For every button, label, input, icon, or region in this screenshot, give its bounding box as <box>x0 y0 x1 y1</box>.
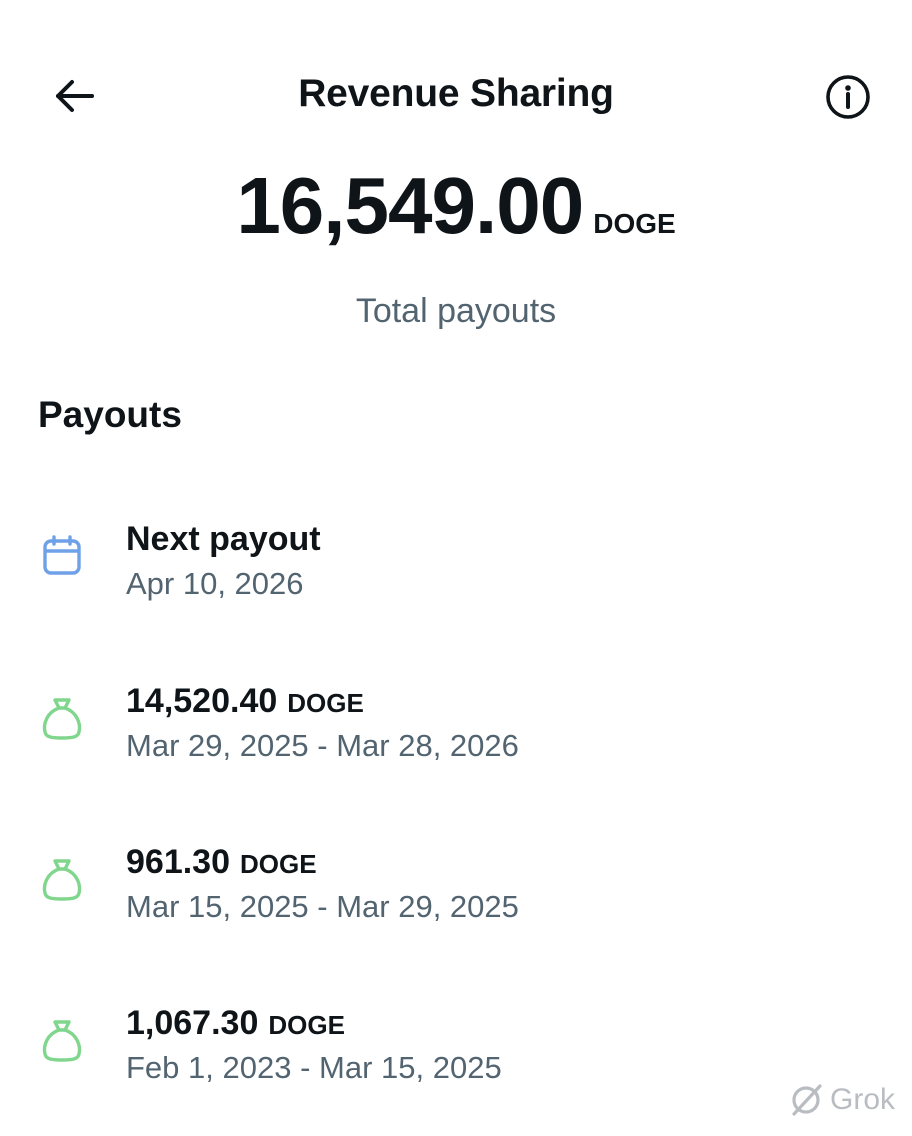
grok-watermark: Grok <box>788 1082 895 1118</box>
page-title: Revenue Sharing <box>298 72 614 115</box>
next-payout-row: Next payout Apr 10, 2026 <box>0 520 912 620</box>
payout-list-item[interactable]: 961.30 DOGE Mar 15, 2025 - Mar 29, 2025 <box>0 843 912 943</box>
payout-currency: DOGE <box>287 688 364 718</box>
calendar-icon <box>36 530 88 582</box>
total-amount-value: 16,549.00 <box>236 161 584 250</box>
payout-amount: 961.30 DOGE <box>126 843 317 882</box>
total-currency-label: DOGE <box>593 208 676 239</box>
total-payouts-label: Total payouts <box>355 292 557 330</box>
next-payout-title: Next payout <box>126 520 321 558</box>
payout-amount: 14,520.40 DOGE <box>126 682 364 721</box>
money-bag-icon <box>36 853 88 905</box>
payout-date-range: Feb 1, 2023 - Mar 15, 2025 <box>126 1050 502 1085</box>
payout-currency: DOGE <box>268 1010 345 1040</box>
grok-logo-icon <box>792 1084 822 1116</box>
info-circle-icon <box>826 75 870 119</box>
total-payouts-amount: 16,549.00 DOGE <box>0 160 912 252</box>
payout-amount-value: 1,067.30 <box>126 1004 259 1042</box>
money-bag-icon <box>36 1014 88 1066</box>
top-bar: Revenue Sharing <box>0 58 912 136</box>
payout-list-item[interactable]: 1,067.30 DOGE Feb 1, 2023 - Mar 15, 2025 <box>0 1004 912 1104</box>
payout-date-range: Mar 29, 2025 - Mar 28, 2026 <box>126 728 519 763</box>
payout-amount-value: 961.30 <box>126 843 230 881</box>
payout-list-item[interactable]: 14,520.40 DOGE Mar 29, 2025 - Mar 28, 202… <box>0 682 912 782</box>
payout-amount-value: 14,520.40 <box>126 682 278 720</box>
money-bag-icon <box>36 692 88 744</box>
payouts-section-title: Payouts <box>38 394 182 435</box>
payout-amount: 1,067.30 DOGE <box>126 1004 345 1043</box>
payout-date-range: Mar 15, 2025 - Mar 29, 2025 <box>126 889 519 924</box>
watermark-text: Grok <box>830 1083 896 1116</box>
info-button[interactable] <box>820 72 876 122</box>
next-payout-date: Apr 10, 2026 <box>126 566 304 601</box>
payout-currency: DOGE <box>240 849 317 879</box>
